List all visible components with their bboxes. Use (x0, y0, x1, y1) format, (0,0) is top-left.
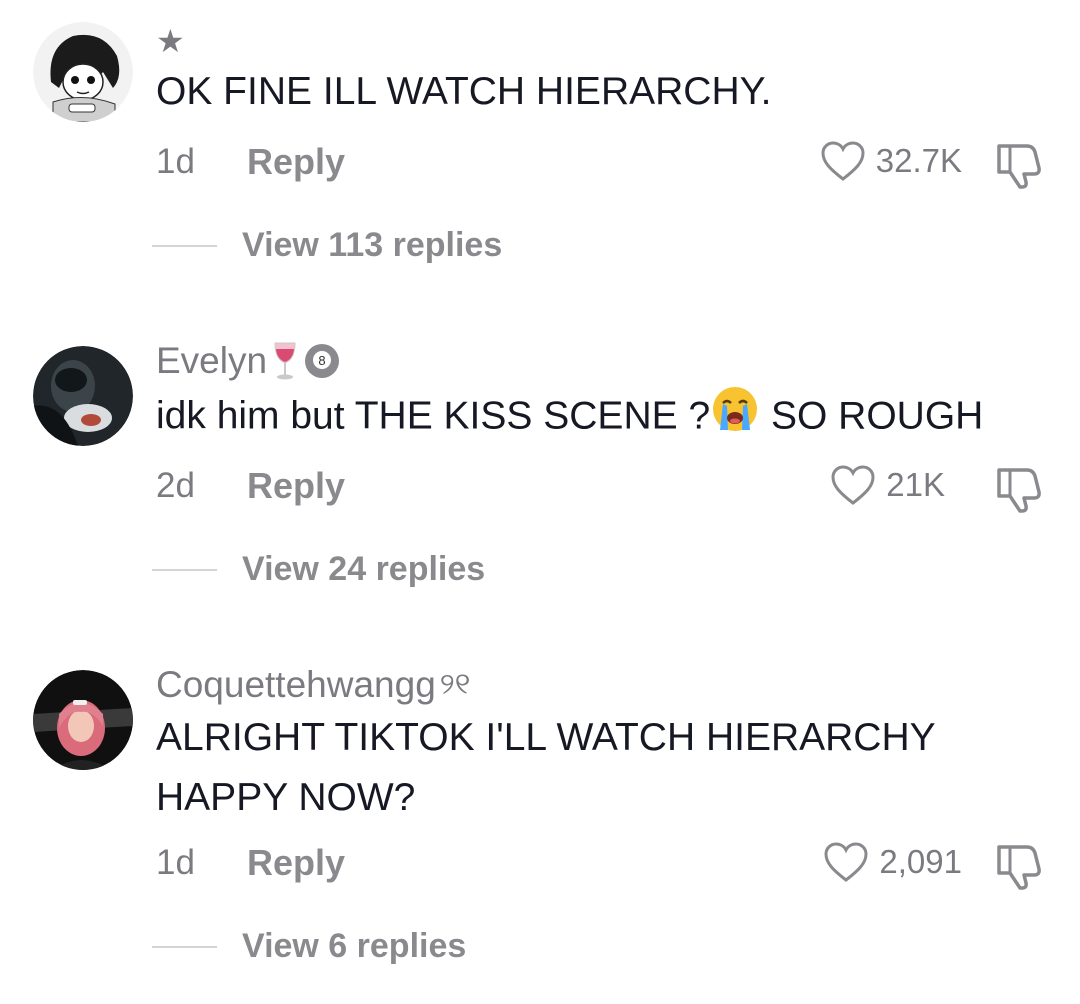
comment-text-content: SO ROUGH (760, 394, 984, 438)
heart-icon (824, 842, 868, 882)
manga-character-avatar-icon (33, 22, 133, 122)
username[interactable]: Evelyn 8 (156, 340, 341, 382)
loudly-crying-face-emoji-icon (710, 384, 760, 452)
thumbs-down-icon (997, 144, 1041, 189)
like-button[interactable]: 2,091 (823, 841, 962, 883)
comment-text: OK FINE ILL WATCH HIERARCHY. (156, 62, 1036, 122)
dark-photo-avatar-icon (33, 346, 133, 446)
view-replies-button[interactable]: View 113 replies (152, 226, 502, 265)
comment-text-line: ALRIGHT TIKTOK I'LL WATCH HIERARCHY (156, 716, 936, 759)
pink-hair-photo-avatar-icon (33, 670, 133, 770)
pool-8-ball-emoji-icon: 8 (303, 342, 341, 380)
view-replies-button[interactable]: View 24 replies (152, 550, 485, 589)
like-button[interactable]: 21K (830, 464, 945, 506)
view-replies-label: View 24 replies (242, 550, 486, 588)
comment-time: 2d (156, 466, 195, 505)
dislike-button[interactable] (993, 464, 1045, 514)
reply-button[interactable]: Reply (247, 842, 345, 884)
comment-text: idk him but THE KISS SCENE ? SO ROUGH (156, 384, 1036, 452)
view-replies-label: View 6 replies (242, 927, 467, 965)
thumbs-down-icon (997, 468, 1041, 513)
comment-time: 1d (156, 142, 195, 181)
dislike-button[interactable] (993, 140, 1045, 190)
svg-text:8: 8 (318, 353, 325, 368)
like-count: 2,091 (879, 843, 962, 880)
username[interactable]: ★ (156, 22, 185, 60)
reply-button[interactable]: Reply (247, 465, 345, 507)
avatar[interactable] (33, 22, 133, 122)
divider (152, 945, 217, 948)
view-replies-button[interactable]: View 6 replies (152, 927, 466, 966)
like-count: 32.7K (875, 142, 962, 179)
thumbs-down-icon (997, 845, 1041, 890)
username-decoration: ୨୧ (439, 668, 471, 701)
star-username: ★ (156, 23, 185, 59)
wine-glass-emoji-icon (271, 341, 299, 381)
avatar[interactable] (33, 670, 133, 770)
username-text: Evelyn (156, 340, 268, 381)
view-replies-label: View 113 replies (242, 226, 503, 264)
username-text: Coquettehwangg (156, 664, 436, 705)
comment-text-content: OK FINE ILL WATCH HIERARCHY. (156, 70, 772, 113)
divider (152, 568, 217, 571)
reply-button[interactable]: Reply (247, 141, 345, 183)
divider (152, 244, 217, 247)
comment-text-line: HAPPY NOW? (156, 776, 416, 819)
heart-icon (821, 141, 865, 181)
dislike-button[interactable] (993, 841, 1045, 891)
comment-text-content: idk him but THE KISS SCENE ? (156, 394, 711, 438)
avatar[interactable] (33, 346, 133, 446)
like-count: 21K (886, 466, 945, 503)
heart-icon (831, 465, 875, 505)
comment-text: ALRIGHT TIKTOK I'LL WATCH HIERARCHY HAPP… (156, 708, 1036, 828)
username[interactable]: Coquettehwangg ୨୧ (156, 664, 470, 706)
like-button[interactable]: 32.7K (820, 140, 962, 182)
comment-time: 1d (156, 843, 195, 882)
